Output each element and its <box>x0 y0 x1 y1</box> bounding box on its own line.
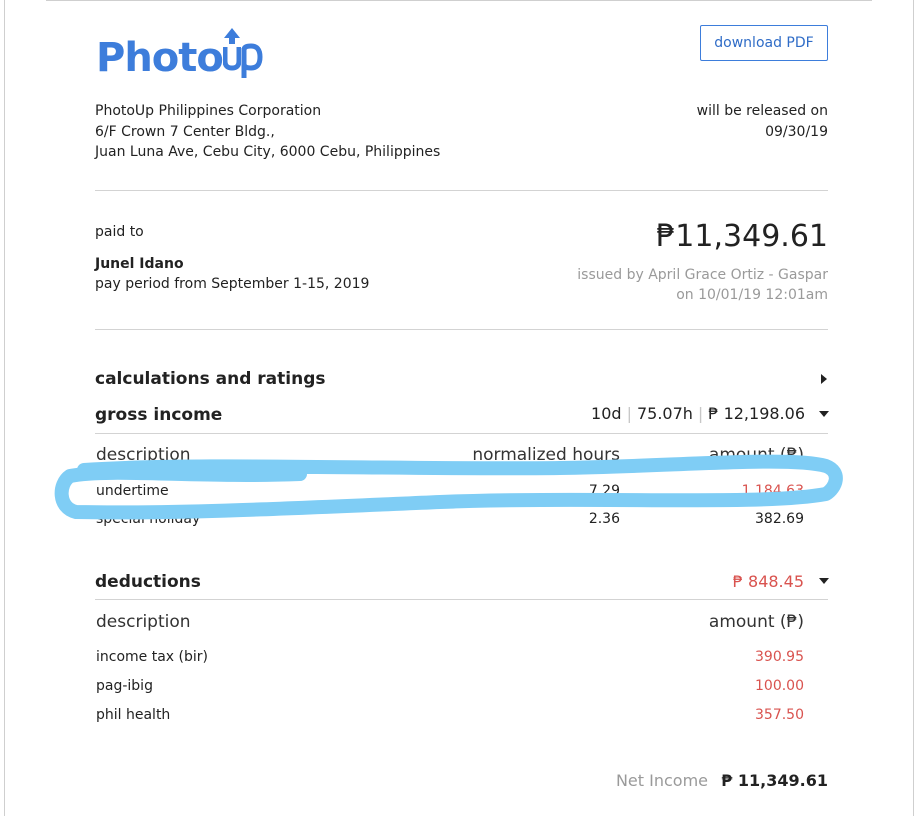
row-amount: 1,184.63 <box>741 483 804 499</box>
row-description: pag-ibig <box>96 678 153 694</box>
page-left-border <box>4 0 5 816</box>
issued-info: issued by April Grace Ortiz - Gaspar on … <box>500 265 828 305</box>
total-amount: ₱11,349.61 <box>656 219 828 254</box>
divider <box>95 599 828 600</box>
release-label: will be released on <box>696 103 828 119</box>
logo-text: Photo <box>96 35 224 81</box>
gross-hours: 75.07h <box>636 404 693 423</box>
deductions-title: deductions <box>95 572 201 592</box>
row-amount: 100.00 <box>755 678 804 694</box>
gross-days: 10d <box>591 404 622 423</box>
paid-to-label: paid to <box>95 224 144 240</box>
chevron-down-icon[interactable] <box>819 578 829 584</box>
release-info: will be released on 09/30/19 <box>600 101 828 142</box>
row-description: special holiday <box>96 511 201 527</box>
logo-arrow-icon <box>222 28 241 71</box>
issued-by: issued by April Grace Ortiz - Gaspar <box>577 267 828 283</box>
separator: | <box>626 404 632 423</box>
address-line-1: 6/F Crown 7 Center Bldg., <box>95 123 275 140</box>
gross-header-description: description <box>96 445 191 465</box>
page-top-border <box>46 0 872 1</box>
chevron-right-icon[interactable] <box>821 374 827 384</box>
gross-header-amount: amount (₱) <box>708 445 804 465</box>
employee-name: Junel Idano <box>95 256 184 272</box>
row-hours: 2.36 <box>588 511 620 527</box>
deductions-header-amount: amount (₱) <box>708 612 804 632</box>
row-amount: 382.69 <box>755 511 804 527</box>
calculations-title[interactable]: calculations and ratings <box>95 369 326 389</box>
gross-amount: ₱ 12,198.06 <box>708 404 805 423</box>
gross-income-title: gross income <box>95 405 223 425</box>
divider <box>95 329 828 330</box>
address-line-2: Juan Luna Ave, Cebu City, 6000 Cebu, Phi… <box>95 144 441 160</box>
row-amount: 357.50 <box>755 707 804 723</box>
deductions-header-description: description <box>96 612 191 632</box>
logo-p-icon <box>241 43 263 78</box>
divider <box>95 190 828 191</box>
row-amount: 390.95 <box>755 649 804 665</box>
gross-header-hours: normalized hours <box>472 445 620 465</box>
row-description: income tax (bir) <box>96 649 208 665</box>
net-income-label: Net Income <box>615 771 708 790</box>
chevron-down-icon[interactable] <box>819 411 829 417</box>
issued-on: on 10/01/19 12:01am <box>676 287 828 303</box>
company-address: PhotoUp Philippines Corporation 6/F Crow… <box>95 101 440 163</box>
download-pdf-button[interactable]: download PDF <box>700 25 828 61</box>
row-description: undertime <box>96 483 169 499</box>
net-income-value: ₱ 11,349.61 <box>721 771 828 790</box>
page-right-border <box>913 0 914 816</box>
company-logo: Photo <box>96 28 263 78</box>
row-hours: 7.29 <box>588 483 620 499</box>
deductions-amount: ₱ 848.45 <box>732 572 804 591</box>
row-description: phil health <box>96 707 171 723</box>
divider <box>95 433 828 434</box>
separator: | <box>697 404 704 423</box>
gross-income-summary: 10d | 75.07h | ₱ 12,198.06 <box>540 404 805 423</box>
company-name: PhotoUp Philippines Corporation <box>95 103 322 119</box>
pay-period: pay period from September 1-15, 2019 <box>95 276 370 292</box>
release-date: 09/30/19 <box>765 123 828 140</box>
